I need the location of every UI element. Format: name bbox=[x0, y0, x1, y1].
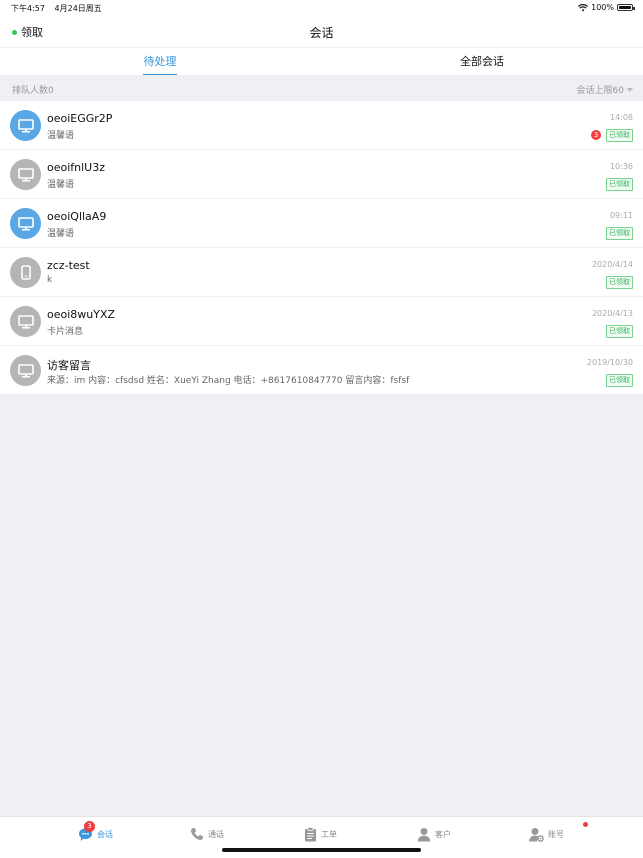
sessions-badge: 3 bbox=[84, 820, 95, 832]
session-name: oeoiQllaA9 bbox=[47, 210, 107, 223]
session-preview: 卡片消息 bbox=[47, 327, 84, 337]
tab-pending-label: 待处理 bbox=[143, 55, 177, 68]
tab-all-label: 全部会话 bbox=[460, 55, 504, 68]
session-row[interactable]: oeoifnlU3z 温馨语 10:36 已领取 bbox=[0, 150, 643, 199]
page-title: 会话 bbox=[309, 26, 334, 40]
phone-device-icon bbox=[20, 265, 31, 280]
status-time-date: 下午4:57 4月24日周五 bbox=[11, 3, 109, 14]
session-name: oeoi8wuYXZ bbox=[47, 308, 116, 321]
session-row[interactable]: 访客留言 来源：im 内容：cfsdsd 姓名：XueYi Zhang 电话：+… bbox=[0, 346, 643, 394]
avatar bbox=[10, 306, 41, 337]
session-name: oeoiEGGr2P bbox=[47, 112, 113, 125]
monitor-icon bbox=[17, 167, 34, 181]
avatar bbox=[10, 257, 41, 288]
session-preview: 温馨语 bbox=[47, 180, 75, 190]
monitor-icon bbox=[17, 363, 34, 377]
avatar bbox=[10, 110, 41, 141]
tabbar-label-account: 账号 bbox=[548, 829, 564, 839]
session-time: 10:36 bbox=[609, 162, 633, 171]
account-settings-icon bbox=[529, 827, 544, 842]
tabbar-item-customers[interactable]: 客户 bbox=[417, 825, 451, 843]
session-time: 2020/4/14 bbox=[591, 260, 633, 269]
person-icon bbox=[417, 827, 431, 841]
status-indicators: 100% bbox=[578, 3, 635, 12]
session-time: 2020/4/13 bbox=[591, 309, 633, 318]
wifi-icon bbox=[578, 3, 589, 11]
status-badge: 已领取 bbox=[606, 129, 633, 142]
tabbar-label-tickets: 工单 bbox=[321, 829, 337, 839]
status-badge: 已领取 bbox=[606, 178, 633, 191]
session-limit-dropdown[interactable]: 会话上限60 bbox=[577, 83, 633, 96]
status-badge: 已领取 bbox=[606, 374, 633, 387]
session-time: 14:08 bbox=[609, 113, 633, 122]
status-badge: 已领取 bbox=[606, 325, 633, 338]
status-date: 4月24日周五 bbox=[54, 4, 102, 13]
tab-pending[interactable]: 待处理 bbox=[90, 48, 230, 76]
tabbar-item-tickets[interactable]: 工单 bbox=[304, 825, 337, 843]
monitor-icon bbox=[17, 216, 34, 230]
status-bar: 下午4:57 4月24日周五 100% bbox=[0, 0, 643, 16]
queue-bar: 排队人数0 会话上限60 bbox=[0, 75, 643, 101]
battery-icon bbox=[617, 4, 635, 11]
tabbar-item-sessions[interactable]: 3 会话 bbox=[78, 820, 113, 843]
avatar bbox=[10, 208, 41, 239]
session-row[interactable]: oeoiEGGr2P 温馨语 14:08 3 已领取 bbox=[0, 101, 643, 150]
session-row[interactable]: oeoi8wuYXZ 卡片消息 2020/4/13 已领取 bbox=[0, 297, 643, 346]
tabbar-label-calls: 通话 bbox=[208, 829, 224, 839]
status-time: 下午4:57 bbox=[11, 4, 45, 13]
avatar bbox=[10, 159, 41, 190]
monitor-icon bbox=[17, 314, 34, 328]
unread-badge: 3 bbox=[591, 130, 601, 140]
phone-icon bbox=[191, 828, 203, 840]
account-notification-dot bbox=[583, 822, 588, 827]
tab-all-sessions[interactable]: 全部会话 bbox=[412, 48, 552, 76]
battery-percent: 100% bbox=[591, 3, 614, 12]
session-tabs: 待处理 全部会话 bbox=[0, 47, 643, 76]
session-list: oeoiEGGr2P 温馨语 14:08 3 已领取 oeoifnlU3z 温馨… bbox=[0, 101, 643, 394]
monitor-icon bbox=[17, 118, 34, 132]
session-row[interactable]: oeoiQllaA9 温馨语 09:11 已领取 bbox=[0, 199, 643, 248]
session-name: oeoifnlU3z bbox=[47, 161, 106, 174]
nav-bar: 领取 会话 bbox=[0, 16, 643, 47]
session-time: 2019/10/30 bbox=[586, 358, 633, 367]
chevron-down-icon bbox=[627, 87, 633, 92]
home-indicator bbox=[222, 848, 421, 852]
session-preview: 来源：im 内容：cfsdsd 姓名：XueYi Zhang 电话：+86176… bbox=[47, 376, 410, 386]
session-preview: 温馨语 bbox=[47, 229, 75, 239]
session-name: zcz-test bbox=[47, 259, 90, 272]
session-time: 09:11 bbox=[609, 211, 633, 220]
tabbar-item-calls[interactable]: 通话 bbox=[190, 825, 224, 843]
tabbar-label-sessions: 会话 bbox=[97, 829, 113, 839]
tabbar-item-account[interactable]: 账号 bbox=[529, 825, 564, 843]
status-badge: 已领取 bbox=[606, 227, 633, 240]
session-preview: k bbox=[47, 275, 53, 285]
status-badge: 已领取 bbox=[606, 276, 633, 289]
session-limit-label: 会话上限60 bbox=[576, 86, 624, 96]
session-preview: 温馨语 bbox=[47, 131, 75, 141]
session-row[interactable]: zcz-test k 2020/4/14 已领取 bbox=[0, 248, 643, 297]
session-name: 访客留言 bbox=[47, 359, 91, 372]
queue-count: 排队人数0 bbox=[12, 86, 54, 96]
avatar bbox=[10, 355, 41, 386]
clipboard-icon bbox=[305, 826, 316, 841]
tabbar-label-customers: 客户 bbox=[435, 829, 451, 839]
chat-bubble-icon: 3 bbox=[78, 820, 95, 842]
